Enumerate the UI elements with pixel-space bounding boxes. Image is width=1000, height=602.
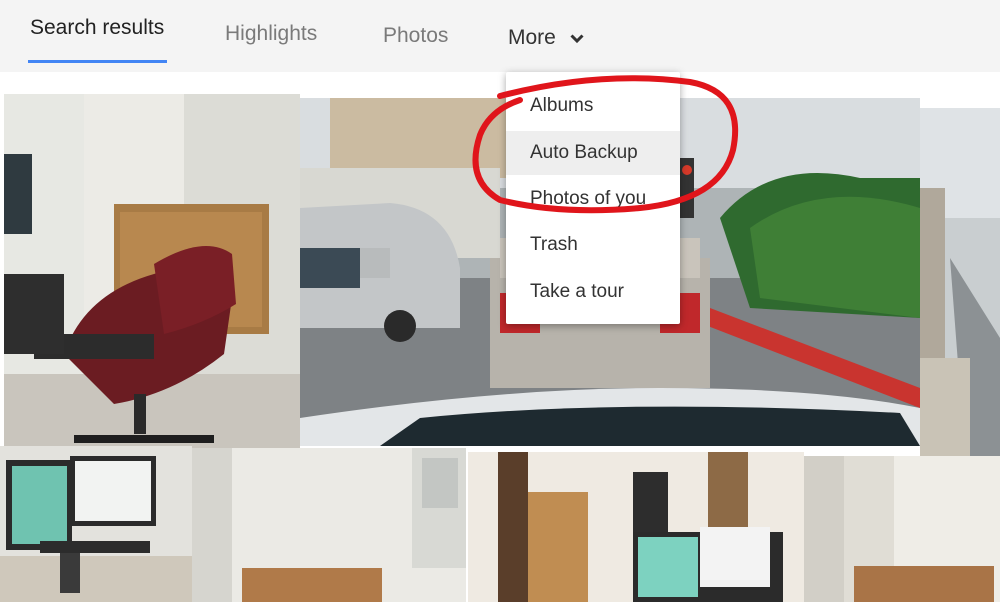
tab-bar: Search results Highlights Photos More [0,0,1000,73]
tab-highlights[interactable]: Highlights [225,22,317,46]
tab-more[interactable]: More [508,26,584,50]
menu-item-albums[interactable]: Albums [506,84,680,128]
room-corner-photo[interactable] [192,448,466,602]
tab-search-results[interactable]: Search results [30,16,164,40]
tab-more-label: More [508,26,556,49]
menu-item-take-a-tour[interactable]: Take a tour [506,270,680,314]
photos-page: Search results Highlights Photos More Al… [0,0,1000,602]
photo-grid [0,72,1000,602]
active-tab-indicator [28,60,167,63]
menu-item-photos-of-you[interactable]: Photos of you [506,177,680,221]
menu-item-auto-backup[interactable]: Auto Backup [506,131,680,175]
bookshelf-desk-photo[interactable] [468,452,804,602]
chevron-down-icon [570,26,584,50]
office-chair-photo[interactable] [4,94,300,464]
doorway-photo[interactable] [804,456,1000,602]
desk-monitors-photo[interactable] [0,446,192,602]
tab-photos[interactable]: Photos [383,24,448,48]
more-dropdown-menu: Albums Auto Backup Photos of you Trash T… [506,72,680,324]
city-view-photo[interactable] [920,108,1000,456]
menu-item-trash[interactable]: Trash [506,223,680,267]
